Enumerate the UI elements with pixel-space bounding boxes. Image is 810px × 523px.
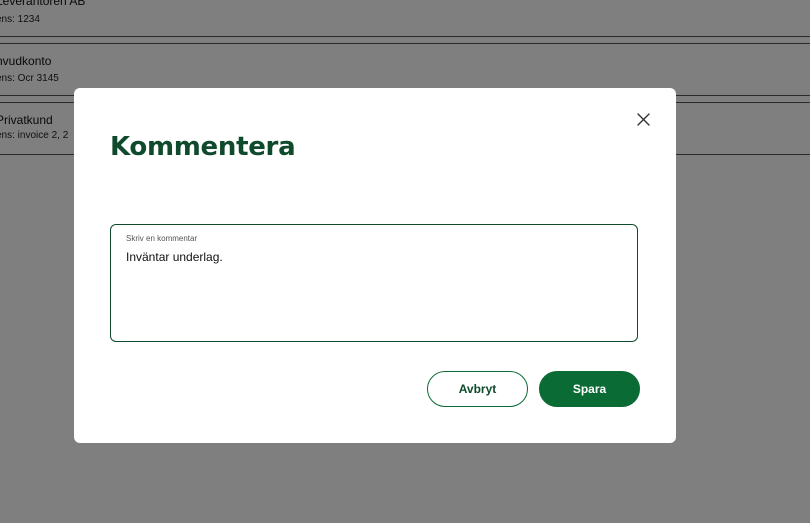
comment-textarea[interactable]: Skriv en kommentar Inväntar underlag. bbox=[110, 224, 638, 342]
dialog-title: Kommentera bbox=[110, 132, 296, 162]
comment-dialog: Kommentera Skriv en kommentar Inväntar u… bbox=[74, 88, 676, 443]
comment-field-label: Skriv en kommentar bbox=[126, 234, 198, 243]
close-icon bbox=[637, 113, 650, 126]
close-button[interactable] bbox=[632, 108, 656, 132]
comment-field-value[interactable]: Inväntar underlag. bbox=[126, 250, 223, 264]
cancel-button[interactable]: Avbryt bbox=[427, 371, 528, 407]
save-button[interactable]: Spara bbox=[539, 371, 640, 407]
